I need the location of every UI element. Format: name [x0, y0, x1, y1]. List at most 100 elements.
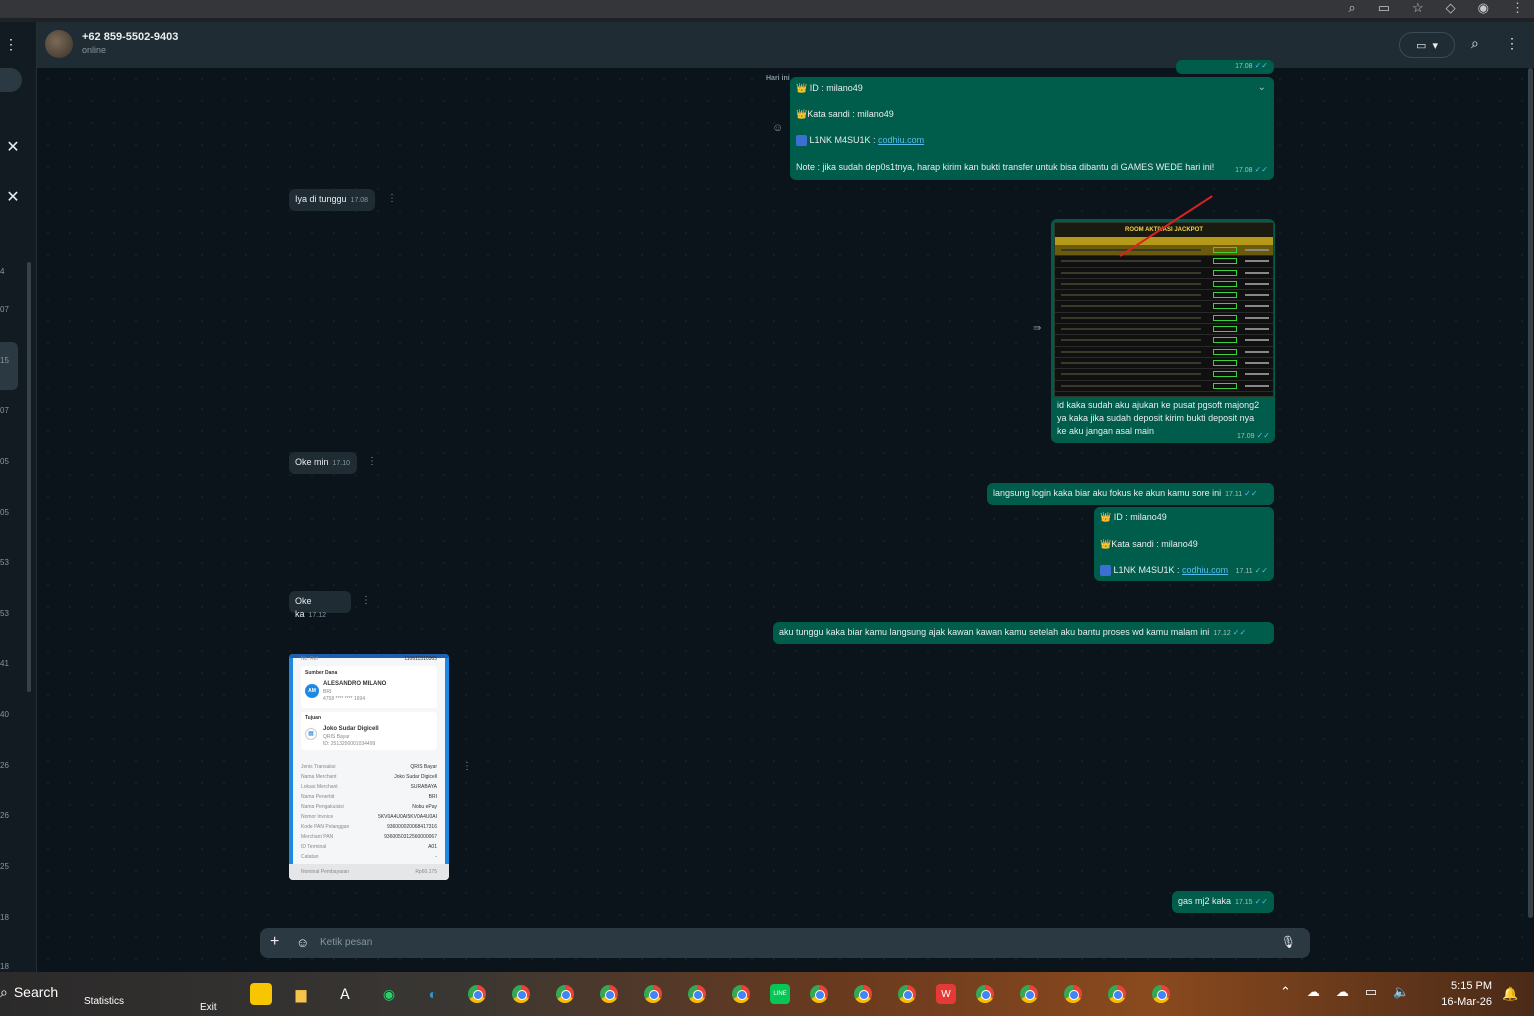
forward-icon[interactable]: ⇛ [1033, 323, 1041, 334]
message-text: Iya di tunggu [295, 194, 347, 204]
sticker-emoji-icon[interactable]: ☺ [296, 935, 309, 950]
avatar[interactable] [45, 30, 73, 58]
chrome-icon[interactable] [970, 980, 1000, 1008]
sticky-notes-icon[interactable] [250, 983, 272, 1005]
profile-icon[interactable]: ◉ [1478, 0, 1489, 16]
chat-time: 07 [0, 406, 9, 415]
chrome-icon[interactable] [682, 980, 712, 1008]
payment-receipt-image[interactable]: No. Ref 110611310365 Sumber Dana AM ALES… [289, 654, 449, 880]
chrome-icon[interactable] [804, 980, 834, 1008]
message-text: aku tunggu kaka biar kamu langsung ajak … [779, 627, 1210, 637]
zoom-icon[interactable]: ⌕ [1348, 0, 1355, 16]
chat-area[interactable] [37, 68, 1527, 972]
chrome-icon[interactable] [462, 980, 492, 1008]
whatsapp-icon[interactable]: ◉ [374, 980, 404, 1008]
chrome-icon[interactable] [638, 980, 668, 1008]
close-icon[interactable]: ✕ [0, 122, 26, 172]
message-bubble-outgoing[interactable]: gas mj2 kaka 17.15 ✓✓ [1172, 891, 1274, 913]
jackpot-screenshot-image[interactable]: ROOM AKTIVASI JACKPOT [1054, 222, 1274, 397]
message-composer[interactable]: + ☺ Ketik pesan 🎙 [260, 928, 1310, 958]
message-bubble-outgoing[interactable]: ⌄ 👑 ID : milano49 👑Kata sandi : milano49… [790, 77, 1274, 180]
taskbar-search[interactable]: ⌕ Search [0, 984, 58, 1001]
message-options-icon[interactable]: ⋮ [462, 761, 472, 772]
receipt-value: 110611310365 [404, 656, 437, 662]
wps-office-icon[interactable]: W [936, 984, 956, 1004]
contact-name[interactable]: +62 859-5502-9403 [82, 31, 178, 43]
text-editor-icon[interactable]: Ａ [330, 980, 360, 1008]
receipt-value: Nobu ePay [412, 804, 437, 810]
message-link[interactable]: codhiu.com [1182, 565, 1228, 575]
message-time: 17.09 [1237, 433, 1255, 440]
extensions-icon[interactable]: ◇ [1446, 0, 1456, 16]
chrome-icon[interactable] [726, 980, 756, 1008]
chrome-icon[interactable] [1014, 980, 1044, 1008]
install-app-icon[interactable]: ▭ [1378, 0, 1390, 16]
windows-taskbar: ⌕ Search Statistics Exit ▆ Ａ ◉ ◐ LINE W … [0, 972, 1534, 1016]
message-options-icon[interactable]: ⋮ [361, 595, 371, 606]
search-icon[interactable]: ⌕ [1471, 35, 1479, 52]
message-bubble-incoming[interactable]: Oke ka 17.12 [289, 591, 351, 619]
notification-bell-icon[interactable]: 🔔 [1502, 986, 1518, 1002]
message-input[interactable]: Ketik pesan [320, 937, 372, 948]
chrome-icon[interactable] [1146, 980, 1176, 1008]
crown-icon: 👑 [1100, 512, 1112, 522]
taskbar-exit[interactable]: Exit [200, 1002, 217, 1013]
message-bubble-partial[interactable]: 17.08 ✓✓ [1176, 60, 1274, 74]
microphone-icon[interactable]: 🎙 [1281, 935, 1296, 949]
chevron-up-icon[interactable]: ⌃ [1280, 984, 1291, 1000]
edge-icon[interactable]: ◐ [418, 980, 448, 1008]
receipt-sender-bank: BRI [323, 689, 332, 695]
taskbar-clock[interactable]: 5:15 PM 16-Mar-26 [1430, 978, 1492, 1010]
volume-icon[interactable]: 🔈 [1393, 984, 1409, 1000]
receipt-merchant-sub: QRIS Bayar [323, 734, 350, 740]
network-icon[interactable]: ▭ [1365, 984, 1377, 1000]
onedrive-icon[interactable]: ☁ [1336, 984, 1349, 1000]
message-bubble-outgoing[interactable]: 👑 ID : milano49 👑Kata sandi : milano49 L… [1094, 507, 1274, 581]
emoji-react-icon[interactable]: ☺ [772, 122, 783, 134]
line-app-icon[interactable]: LINE [770, 984, 790, 1004]
taskbar-widget[interactable]: Statistics [84, 996, 124, 1007]
message-text: Kata sandi : milano49 [807, 109, 894, 119]
receipt-section-title: Sumber Dana [305, 670, 338, 676]
bookmark-star-icon[interactable]: ☆ [1412, 0, 1424, 16]
receipt-merchant-id: ID: 2513200001034499 [323, 741, 376, 747]
receipt-sender-account: 4758 **** **** 1694 [323, 696, 365, 702]
message-bubble-incoming[interactable]: Oke min 17.10 [289, 452, 357, 474]
chat-list-scrollbar[interactable] [27, 262, 31, 692]
chrome-icon[interactable] [1058, 980, 1088, 1008]
file-explorer-icon[interactable]: ▆ [286, 980, 316, 1008]
cloud-app-icon[interactable]: ☁ [1307, 984, 1320, 1000]
chrome-icon[interactable] [848, 980, 878, 1008]
chrome-icon[interactable] [1102, 980, 1132, 1008]
search-icon: ⌕ [0, 984, 8, 1000]
browser-menu-icon[interactable]: ⋮ [1511, 0, 1524, 16]
message-bubble-incoming[interactable]: Iya di tunggu 17.08 [289, 189, 375, 211]
chrome-icon[interactable] [892, 980, 922, 1008]
chevron-down-icon[interactable]: ⌄ [1258, 81, 1266, 94]
chrome-icon[interactable] [550, 980, 580, 1008]
receipt-key: Merchant PAN [301, 834, 334, 840]
message-options-icon[interactable]: ⋮ [367, 456, 377, 467]
chrome-icon[interactable] [506, 980, 536, 1008]
attach-plus-icon[interactable]: + [270, 933, 279, 951]
chat-scrollbar[interactable] [1527, 68, 1534, 972]
taskbar-search-label: Search [13, 984, 59, 1000]
message-text: ID : milano49 [809, 83, 863, 93]
message-bubble-outgoing[interactable]: langsung login kaka biar aku fokus ke ak… [987, 483, 1274, 505]
message-options-icon[interactable]: ⋮ [387, 193, 397, 204]
search-pill[interactable] [0, 68, 22, 92]
sidebar-menu-icon[interactable]: ⋮ [4, 36, 18, 53]
kebab-icon[interactable]: ⋮ [1505, 35, 1519, 52]
close-icon[interactable]: ✕ [0, 172, 26, 222]
message-link[interactable]: codhiu.com [878, 135, 924, 145]
chrome-icon[interactable] [594, 980, 624, 1008]
taskbar-exit-label: Exit [200, 1002, 217, 1013]
chat-header[interactable]: +62 859-5502-9403 online ▭ ▾ ⌕ ⋮ [37, 22, 1534, 68]
read-receipt-icon: ✓✓ [1254, 165, 1268, 174]
message-meta: 17.09 ✓✓ [1237, 431, 1270, 440]
receipt-key: Nama Merchant [301, 774, 337, 780]
video-call-button[interactable]: ▭ ▾ [1399, 32, 1455, 58]
browser-toolbar-icons: ⌕ ▭ ☆ ◇ ◉ ⋮ [1348, 0, 1524, 16]
message-bubble-outgoing[interactable]: aku tunggu kaka biar kamu langsung ajak … [773, 622, 1274, 644]
browser-top-bar: ⌕ ▭ ☆ ◇ ◉ ⋮ [0, 0, 1534, 22]
